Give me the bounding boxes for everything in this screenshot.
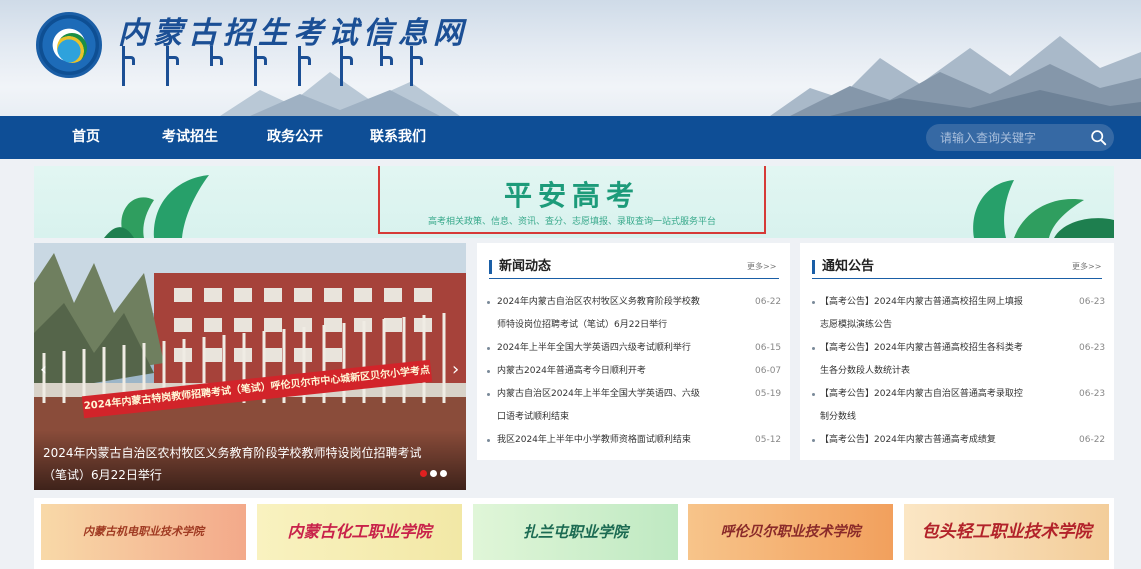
logo-emblem [57,33,87,63]
news-more-link[interactable]: 更多>> [747,261,776,272]
notices-panel: 通知公告 更多>> 【高考公告】2024年内蒙古普通高校招生网上填报 06-23… [800,243,1114,460]
safe-gaokao-banner[interactable]: 平安高考 高考相关政策、信息、资讯、查分、志愿填报、录取查询一站式服务平台 [34,166,1114,238]
list-bullet [812,347,815,350]
school-link-zhalantun[interactable]: 扎兰屯职业学院 [473,504,678,560]
nav-exam-admission[interactable]: 考试招生 [162,116,218,159]
mongolian-glyph [254,46,267,86]
news-item-continued[interactable]: 师特设岗位招聘考试（笔试）6月22日举行 [497,314,667,337]
nav-government-affairs[interactable]: 政务公开 [267,116,323,159]
slide-dot[interactable] [430,470,437,477]
news-panel: 新闻动态 更多>> 2024年内蒙古自治区农村牧区义务教育阶段学校教 06-22… [477,243,790,460]
mongolian-glyph [298,46,311,86]
notice-item[interactable]: 【高考公告】2024年内蒙古普通高考成绩复 [820,429,996,452]
news-panel-title: 新闻动态 [499,259,552,274]
nav-home[interactable]: 首页 [72,116,100,159]
leaf-decoration-left [104,175,209,238]
list-bullet [812,301,815,304]
school-links-strip: 内蒙古机电职业技术学院 内蒙古化工职业学院 扎兰屯职业学院 呼伦贝尔职业技术学院… [34,498,1114,569]
mongolian-glyph [210,46,223,66]
list-bullet [812,393,815,396]
news-item-continued[interactable]: 口语考试顺利结束 [497,406,569,429]
mongolian-glyph [122,46,135,86]
news-item[interactable]: 2024年内蒙古自治区农村牧区义务教育阶段学校教 [497,291,700,314]
mountain-decoration-right [770,36,1141,116]
list-bullet [487,347,490,350]
notice-item-date: 06-22 [1079,435,1106,445]
notices-more-link[interactable]: 更多>> [1072,261,1101,272]
slide-caption[interactable]: 2024年内蒙古自治区农村牧区义务教育阶段学校教师特设岗位招聘考试（笔试）6月2… [43,442,423,486]
main-navbar: 首页 考试招生 政务公开 联系我们 [0,116,1141,159]
notices-panel-title: 通知公告 [822,259,875,274]
list-bullet [487,301,490,304]
slide-dot[interactable] [420,470,427,477]
news-item-date: 06-07 [755,366,782,376]
news-panel-header: 新闻动态 更多>> [489,257,779,279]
leaf-decoration-right [973,180,1114,238]
school-link-inner-mongolia-mechanical[interactable]: 内蒙古机电职业技术学院 [41,504,246,560]
school-link-hulunbuir[interactable]: 呼伦贝尔职业技术学院 [688,504,893,560]
mongolian-script-title [118,46,428,88]
banner-subtitle: 高考相关政策、信息、资讯、查分、志愿填报、录取查询一站式服务平台 [427,217,716,227]
news-item[interactable]: 内蒙古2024年普通高考今日顺利开考 [497,360,646,383]
slide-next-arrow[interactable]: › [452,360,464,380]
school-link-inner-mongolia-chemical[interactable]: 内蒙古化工职业学院 [257,504,462,560]
school-link-baotou-light-industry[interactable]: 包头轻工职业技术学院 [904,504,1109,560]
slide-dot[interactable] [440,470,447,477]
notice-item[interactable]: 【高考公告】2024年内蒙古普通高校招生各科类考 [820,337,1023,360]
notice-item[interactable]: 【高考公告】2024年内蒙古普通高校招生网上填报 [820,291,1023,314]
mongolian-glyph [380,46,393,66]
panel-accent-bar [812,260,815,274]
search-icon[interactable] [1090,129,1107,146]
page: { "header": { "site_title": "内蒙古招生考试信息网"… [0,0,1141,569]
list-bullet [487,370,490,373]
news-item[interactable]: 2024年上半年全国大学英语四六级考试顺利举行 [497,337,691,360]
list-bullet [487,439,490,442]
news-item-date: 06-22 [755,297,782,307]
list-bullet [812,439,815,442]
notice-item-continued[interactable]: 志愿模拟演练公告 [820,314,892,337]
news-item[interactable]: 我区2024年上半年中小学教师资格面试顺利结束 [497,429,691,452]
notice-item-continued[interactable]: 生各分数段人数统计表 [820,360,910,383]
list-bullet [487,393,490,396]
news-item[interactable]: 内蒙古自治区2024年上半年全国大学英语四、六级 [497,383,700,406]
notice-item-date: 06-23 [1079,343,1106,353]
mongolian-glyph [340,46,353,86]
panel-accent-bar [489,260,492,274]
news-item-date: 05-12 [755,435,782,445]
notices-panel-header: 通知公告 更多>> [812,257,1102,279]
search-box [926,124,1114,151]
notice-item-date: 06-23 [1079,389,1106,399]
banner-title: 平安高考 [503,179,640,212]
slide-prev-arrow[interactable]: ‹ [40,360,52,380]
banner-highlight-box: 平安高考 高考相关政策、信息、资讯、查分、志愿填报、录取查询一站式服务平台 [378,166,766,234]
news-item-date: 06-15 [755,343,782,353]
mongolian-glyph [166,46,179,86]
search-input[interactable] [926,124,1086,151]
nav-contact-us[interactable]: 联系我们 [370,116,426,159]
notice-item-date: 06-23 [1079,297,1106,307]
notice-item-continued[interactable]: 制分数线 [820,406,856,429]
mongolian-glyph [410,46,423,86]
notice-item[interactable]: 【高考公告】2024年内蒙古自治区普通高考录取控 [820,383,1023,406]
news-item-date: 05-19 [755,389,782,399]
site-header: 内蒙古招生考试信息网 [0,0,1141,116]
site-logo[interactable] [36,12,102,78]
